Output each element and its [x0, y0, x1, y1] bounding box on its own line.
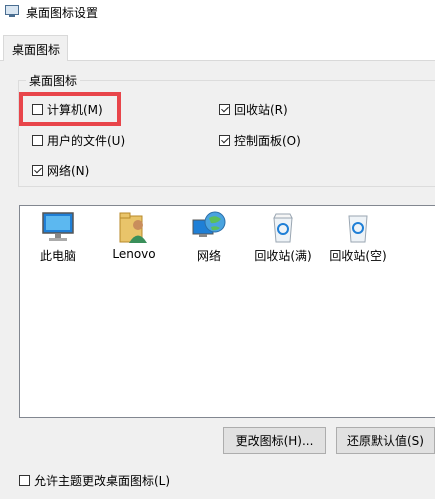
checkbox-label: 控制面板(O): [234, 134, 301, 148]
allow-themes-checkbox[interactable]: 允许主题更改桌面图标(L): [19, 472, 170, 489]
control-panel-checkbox[interactable]: 控制面板(O): [219, 132, 301, 149]
user-files-checkbox[interactable]: 用户的文件(U): [32, 132, 125, 149]
recycle-bin-checkbox[interactable]: 回收站(R): [219, 101, 288, 118]
checkbox-label: 用户的文件(U): [47, 134, 126, 148]
icon-label: 此电脑: [39, 249, 76, 263]
icon-label: 网络: [196, 249, 221, 263]
tab-label: 桌面图标: [12, 43, 61, 57]
checkbox-box[interactable]: [219, 104, 230, 115]
icon-label: 回收站(空): [329, 249, 387, 263]
restore-default-button[interactable]: 还原默认值(S): [336, 427, 435, 454]
icon-list[interactable]: 此电脑 Lenovo 网络 回收站(满) 回收站(空): [19, 205, 435, 418]
recycle-bin-full-icon: [273, 213, 293, 243]
checkbox-box[interactable]: [219, 135, 230, 146]
recycle-bin-empty-icon: [348, 215, 368, 243]
monitor-icon: [42, 212, 74, 241]
icon-label: Lenovo: [112, 247, 156, 261]
icon-item-recycle-bin-full[interactable]: 回收站(满): [247, 210, 319, 264]
checkbox-box[interactable]: [32, 165, 43, 176]
desktop-settings-icon: [5, 5, 19, 17]
network-globe-icon: [192, 211, 226, 237]
change-icon-button[interactable]: 更改图标(H)...: [223, 427, 326, 454]
icon-item-lenovo[interactable]: Lenovo: [98, 210, 170, 261]
icon-item-recycle-bin-empty[interactable]: 回收站(空): [322, 210, 394, 264]
window-title: 桌面图标设置: [26, 6, 99, 20]
icon-item-this-pc[interactable]: 此电脑: [22, 210, 94, 264]
icon-label: 回收站(满): [254, 249, 312, 263]
group-title: 桌面图标: [26, 72, 81, 89]
tab-desktop-icons[interactable]: 桌面图标: [3, 35, 68, 61]
user-folder-icon: [119, 212, 147, 243]
highlight-box: [19, 92, 121, 126]
checkbox-label: 回收站(R): [234, 103, 288, 117]
checkbox-box[interactable]: [32, 135, 43, 146]
icon-item-network[interactable]: 网络: [173, 210, 245, 264]
checkbox-label: 允许主题更改桌面图标(L): [34, 474, 171, 488]
checkbox-box[interactable]: [19, 475, 30, 486]
checkbox-label: 网络(N): [47, 164, 90, 178]
network-checkbox[interactable]: 网络(N): [32, 162, 89, 179]
